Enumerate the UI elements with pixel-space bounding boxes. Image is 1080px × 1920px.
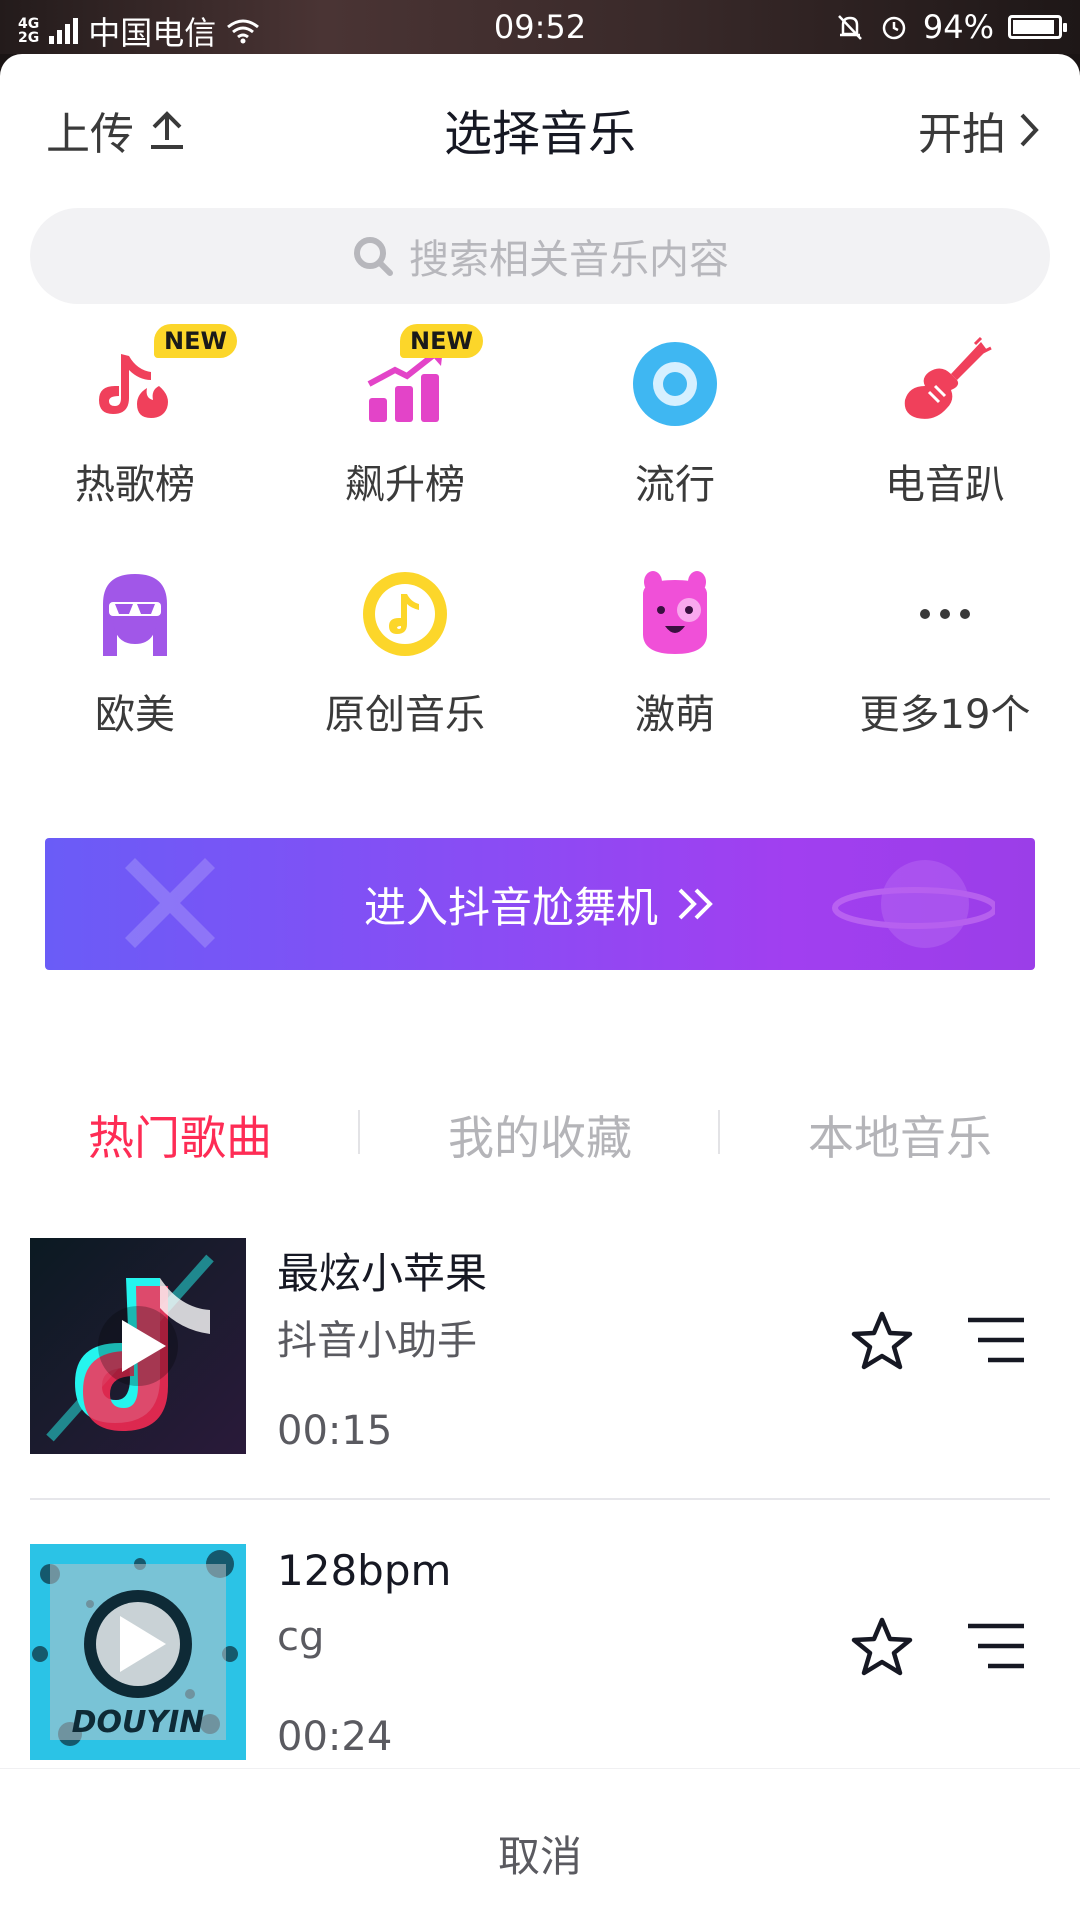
song-row[interactable]: DOUYIN 128bpm cg 00:24 <box>30 1544 1050 1764</box>
category-pop[interactable]: 流行 <box>540 324 810 510</box>
banner-label: 进入抖音尬舞机 <box>363 882 658 932</box>
cover-brand-text: DOUYIN <box>72 1705 205 1740</box>
song-cover[interactable]: DOUYIN <box>30 1544 246 1760</box>
douyin-logo-cover <box>30 1238 246 1454</box>
music-tabs: 热门歌曲 我的收藏 本地音乐 <box>0 1094 1080 1174</box>
category-label: 电音趴 <box>885 462 1005 508</box>
song-title: 128bpm <box>277 1546 452 1595</box>
category-more[interactable]: 更多19个 <box>810 554 1080 740</box>
use-music-menu-icon[interactable] <box>966 1622 1026 1670</box>
tab-hot-songs[interactable]: 热门歌曲 <box>0 1102 360 1168</box>
category-western[interactable]: 欧美 <box>0 554 270 740</box>
song-duration: 00:15 <box>277 1408 393 1454</box>
alarm-icon <box>882 16 906 40</box>
search-icon <box>354 237 393 276</box>
start-label: 开拍 <box>918 109 1006 160</box>
category-original[interactable]: 原创音乐 <box>270 554 540 740</box>
use-music-menu-icon[interactable] <box>966 1316 1026 1364</box>
new-badge: NEW <box>400 324 483 358</box>
category-label: 流行 <box>635 462 715 508</box>
song-artist: 抖音小助手 <box>277 1318 477 1364</box>
category-rising-chart[interactable]: NEW 飙升榜 <box>270 324 540 510</box>
original-music-icon <box>363 572 447 656</box>
dance-machine-banner[interactable]: 进入抖音尬舞机 <box>45 838 1035 970</box>
cute-creature-icon <box>643 571 707 654</box>
category-label: 更多19个 <box>859 692 1031 738</box>
category-hot-chart[interactable]: NEW 热歌榜 <box>0 324 270 510</box>
battery-icon <box>1008 15 1067 39</box>
category-label: 热歌榜 <box>75 462 195 508</box>
search-input[interactable]: 搜索相关音乐内容 <box>30 208 1050 304</box>
favorite-star-icon[interactable] <box>850 1310 914 1372</box>
decorative-planet-icon <box>832 860 995 948</box>
douyin-grunge-cover: DOUYIN <box>30 1544 246 1760</box>
tab-favorites[interactable]: 我的收藏 <box>360 1102 720 1168</box>
pop-disc-icon <box>633 342 717 426</box>
search-placeholder: 搜索相关音乐内容 <box>409 237 729 283</box>
battery-percent: 94% <box>922 8 994 46</box>
category-cute[interactable]: 激萌 <box>540 554 810 740</box>
song-artist: cg <box>277 1614 325 1660</box>
start-shooting-button[interactable]: 开拍 <box>918 98 1040 162</box>
western-avatar-icon <box>103 574 167 656</box>
song-cover[interactable] <box>30 1238 246 1454</box>
cancel-label: 取消 <box>497 1832 582 1881</box>
new-badge: NEW <box>154 324 237 358</box>
music-picker-sheet: 上传 选择音乐 开拍 搜索相关音乐内容 NEW 热歌榜 NEW 飙升榜 流行 电… <box>0 54 1080 1920</box>
category-label: 原创音乐 <box>325 692 485 738</box>
category-electronic[interactable]: 电音趴 <box>810 324 1080 510</box>
song-title: 最炫小苹果 <box>277 1249 488 1298</box>
category-label: 激萌 <box>635 692 715 738</box>
header: 上传 选择音乐 开拍 <box>0 54 1080 194</box>
decorative-cross-icon <box>125 858 215 948</box>
electric-guitar-icon <box>904 336 992 419</box>
song-row[interactable]: 最炫小苹果 抖音小助手 00:15 <box>30 1238 1050 1458</box>
more-dots-icon <box>920 609 970 619</box>
category-label: 欧美 <box>95 692 175 738</box>
double-chevron-right-icon <box>678 888 713 920</box>
cancel-button[interactable]: 取消 <box>0 1768 1080 1920</box>
mute-bell-icon <box>837 15 862 40</box>
song-duration: 00:24 <box>277 1714 393 1760</box>
status-bar: 4G 2G 中国电信 09:52 94% <box>0 0 1080 54</box>
tab-local-music[interactable]: 本地音乐 <box>720 1102 1080 1168</box>
chevron-right-icon <box>1020 113 1039 147</box>
row-divider <box>30 1498 1050 1500</box>
category-label: 飙升榜 <box>345 462 465 508</box>
favorite-star-icon[interactable] <box>850 1616 914 1678</box>
